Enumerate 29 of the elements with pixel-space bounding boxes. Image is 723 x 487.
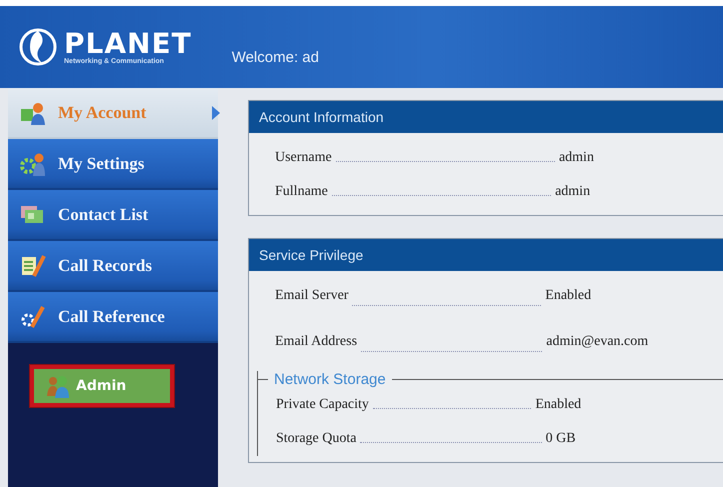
- nav-item[interactable]: Contact List: [8, 190, 218, 241]
- notepad-pencil-icon: [20, 254, 46, 278]
- nav-item[interactable]: My Settings: [8, 139, 218, 190]
- group-title: Network Storage: [274, 371, 386, 388]
- field-value: admin: [558, 149, 594, 167]
- field-label: Username: [275, 149, 332, 167]
- gear-pencil-icon: [20, 304, 46, 328]
- field-value: Enabled: [535, 396, 582, 414]
- field-label: Email Address: [275, 333, 358, 351]
- planet-logo-icon: [18, 27, 58, 67]
- field-value: 0 GB: [546, 430, 576, 448]
- field-label: Email Server: [275, 287, 348, 305]
- field-label: Storage Quota: [276, 430, 356, 448]
- logo-text: PLANET: [64, 30, 192, 58]
- field-value: Enabled: [545, 287, 592, 305]
- arrow-icon: [212, 106, 220, 120]
- users-icon: [46, 374, 70, 398]
- field-value: admin@evan.com: [546, 333, 648, 351]
- welcome-text: Welcome: ad: [232, 48, 319, 66]
- panel-title: Account Information: [249, 101, 723, 133]
- user-card-icon: [20, 100, 46, 124]
- nav-item[interactable]: Call Reference: [8, 292, 218, 343]
- panel-title: Service Privilege: [249, 239, 723, 271]
- nav-item[interactable]: Call Records: [8, 241, 218, 292]
- gear-user-icon: [20, 152, 46, 176]
- admin-button[interactable]: Admin: [30, 365, 174, 407]
- field-label: Private Capacity: [276, 396, 369, 414]
- field-label: Fullname: [275, 183, 328, 201]
- field-value: admin: [555, 183, 590, 201]
